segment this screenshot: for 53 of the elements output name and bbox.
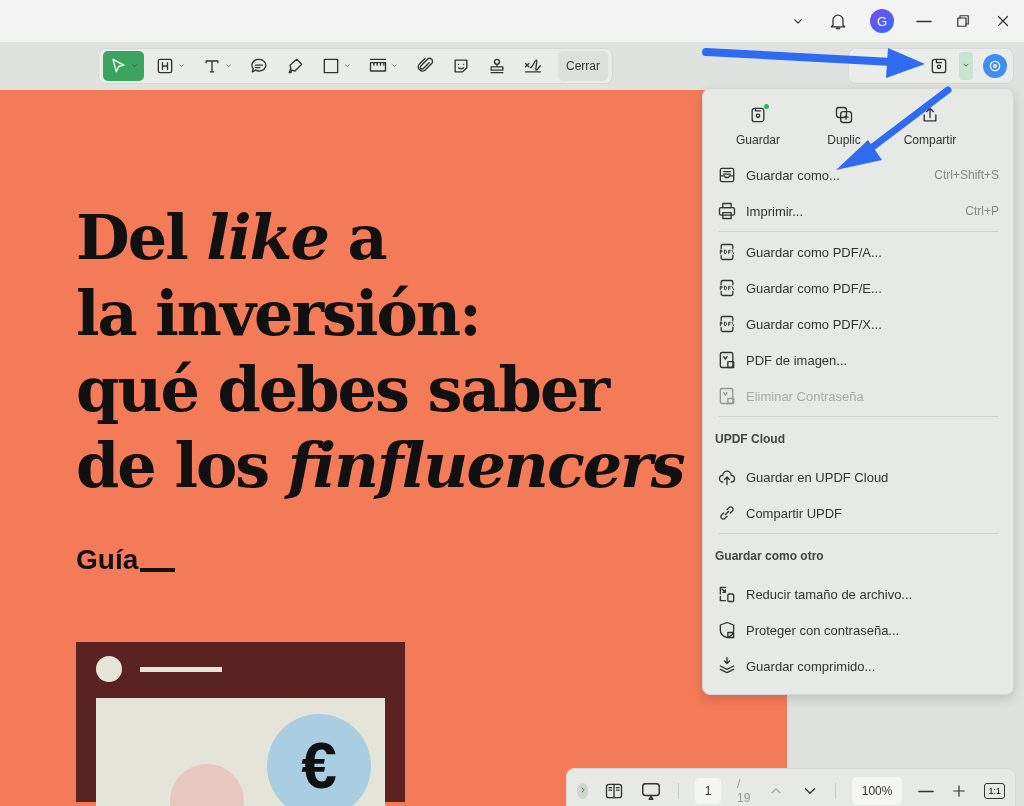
menu-item[interactable]: Reducir tamaño de archivo... [715, 576, 999, 612]
document-subtitle: Guía [76, 544, 139, 576]
menu-section-header: Guardar como otro [715, 548, 825, 565]
pdf-image-icon [717, 350, 737, 370]
link-icon [717, 503, 737, 523]
inbox-tray-icon [717, 165, 737, 185]
user-avatar[interactable]: G [870, 9, 894, 33]
restore-button[interactable] [954, 12, 972, 30]
minus-icon [918, 789, 935, 793]
zoom-out-button[interactable] [918, 789, 935, 793]
restore-icon [954, 12, 972, 30]
compress-file-icon [717, 584, 737, 604]
pdf-a-icon [717, 242, 737, 262]
page-number-field[interactable]: 1 [694, 778, 721, 804]
rectangle-icon [321, 56, 341, 76]
document-title: Del like a la inversión: qué debes saber de los finfluencers [76, 200, 684, 504]
menu-item[interactable]: Guardar comprimido... [715, 648, 999, 684]
underscore-bar [140, 568, 176, 572]
ai-assistant-button[interactable] [983, 54, 1007, 78]
minimize-button[interactable] [916, 19, 932, 23]
layers-download-icon [717, 656, 737, 676]
profile-circle [96, 656, 122, 682]
save-icon [929, 56, 949, 76]
zoom-level-field[interactable]: 100% [851, 777, 903, 805]
menu-item[interactable]: Proteger con contraseña... [715, 612, 999, 648]
page-total: / 19 [736, 777, 752, 805]
minimize-icon [916, 19, 932, 23]
two-page-view-button[interactable] [604, 781, 625, 801]
book-icon [604, 781, 625, 801]
menu-section-header: UPDF Cloud [715, 431, 786, 448]
close-toolbar-button[interactable]: Cerrar [558, 51, 608, 81]
menu-action-button[interactable]: Guardar [715, 101, 801, 151]
menu-item[interactable]: Compartir UPDF [715, 495, 999, 531]
menu-item[interactable]: Guardar como PDF/X... [715, 306, 999, 342]
present-button[interactable] [640, 780, 663, 802]
screen-icon [640, 780, 663, 802]
duplicate-icon [834, 105, 854, 125]
euro-symbol: € [301, 729, 337, 803]
menu-item[interactable]: Guardar en UPDF Cloud [715, 459, 999, 495]
menu-action-button[interactable]: Duplic [801, 101, 887, 151]
menu-item[interactable]: Imprimir... Ctrl+P [715, 193, 999, 229]
menu-item[interactable]: Guardar como PDF/E... [715, 270, 999, 306]
shield-lock-icon [717, 620, 737, 640]
actual-size-button[interactable]: 1:1 [984, 783, 1005, 799]
menu-item[interactable]: Guardar como PDF/A... [715, 234, 999, 270]
menu-item[interactable]: PDF de imagen... [715, 342, 999, 378]
heading-icon [155, 56, 175, 76]
pdf-x-icon [717, 314, 737, 334]
pdf-e-icon [717, 278, 737, 298]
printer-icon [717, 201, 737, 221]
menu-item[interactable]: Guardar como... Ctrl+Shift+S [715, 157, 999, 193]
save-button[interactable] [929, 56, 949, 76]
menu-action-button[interactable]: Compartir [887, 101, 973, 151]
